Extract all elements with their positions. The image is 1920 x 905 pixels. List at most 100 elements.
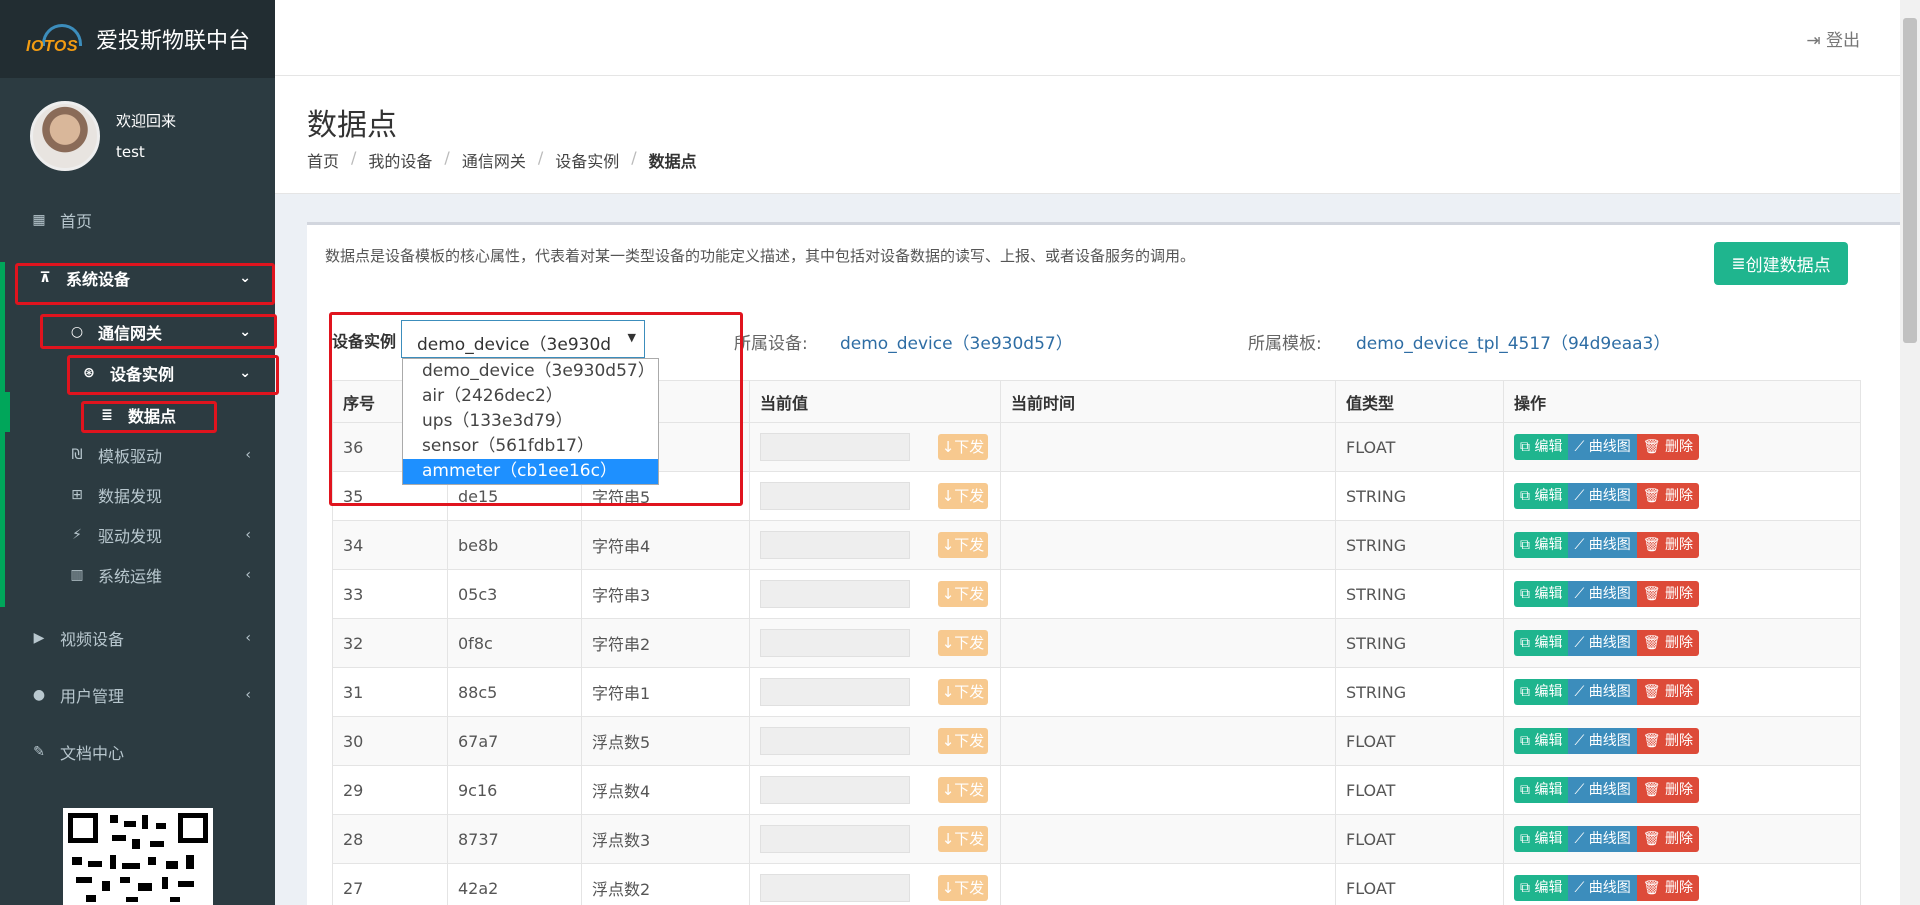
- highlight-device-instance: [67, 355, 279, 395]
- cell-current-value: ↓下发: [749, 422, 1001, 472]
- cell-name: 浮点数4: [581, 765, 750, 815]
- line-chart-icon: ⟋: [1574, 831, 1589, 847]
- delete-button[interactable]: 🗑 删除: [1636, 728, 1699, 754]
- cell-current-time: [1000, 716, 1336, 766]
- download-icon: ↓: [941, 683, 955, 701]
- logout-button[interactable]: ⇥ 登出: [1806, 26, 1860, 51]
- sidebar-item-data-discovery[interactable]: ⊞ 数据发现: [0, 483, 275, 507]
- value-input[interactable]: [760, 874, 910, 902]
- delete-button[interactable]: 🗑 删除: [1636, 483, 1699, 509]
- send-button[interactable]: ↓下发: [938, 434, 988, 460]
- cell-actions: ⧉ 编辑 ⟋ 曲线图 🗑 删除: [1503, 569, 1861, 619]
- sidebar-item-system-ops[interactable]: ▥ 系统运维 ‹: [0, 563, 275, 587]
- curve-button[interactable]: ⟋ 曲线图: [1568, 875, 1637, 901]
- curve-button[interactable]: ⟋ 曲线图: [1568, 532, 1637, 558]
- edit-button[interactable]: ⧉ 编辑: [1514, 728, 1569, 754]
- edit-button[interactable]: ⧉ 编辑: [1514, 630, 1569, 656]
- sidebar-item-user-mgmt[interactable]: ● 用户管理 ‹: [0, 683, 275, 707]
- line-chart-icon: ⟋: [1574, 635, 1589, 651]
- sidebar-item-docs[interactable]: ✎ 文档中心: [0, 740, 275, 764]
- curve-button[interactable]: ⟋ 曲线图: [1568, 679, 1637, 705]
- plug-icon: ⚡: [72, 527, 82, 543]
- app-title: 爱投斯物联中台: [96, 29, 251, 54]
- top-navbar: ⇥ 登出: [275, 0, 1900, 76]
- cell-value-type: STRING: [1335, 520, 1504, 570]
- curve-button[interactable]: ⟋ 曲线图: [1568, 826, 1637, 852]
- delete-button[interactable]: 🗑 删除: [1636, 777, 1699, 803]
- value-input[interactable]: [760, 433, 910, 461]
- value-input[interactable]: [760, 678, 910, 706]
- curve-button[interactable]: ⟋ 曲线图: [1568, 581, 1637, 607]
- device-link[interactable]: demo_device（3e930d57）: [840, 329, 1073, 354]
- send-button[interactable]: ↓下发: [938, 728, 988, 754]
- delete-button[interactable]: 🗑 删除: [1636, 826, 1699, 852]
- cell-no: 29: [332, 765, 448, 815]
- trash-icon: 🗑: [1642, 733, 1665, 749]
- breadcrumb-my-devices[interactable]: 我的设备: [368, 148, 432, 172]
- send-button[interactable]: ↓下发: [938, 875, 988, 901]
- delete-button[interactable]: 🗑 删除: [1636, 532, 1699, 558]
- cell-value-type: STRING: [1335, 667, 1504, 717]
- edit-button[interactable]: ⧉ 编辑: [1514, 532, 1569, 558]
- curve-button[interactable]: ⟋ 曲线图: [1568, 728, 1637, 754]
- cell-actions: ⧉ 编辑 ⟋ 曲线图 🗑 删除: [1503, 716, 1861, 766]
- chevron-left-icon: ‹: [245, 447, 251, 463]
- template-link[interactable]: demo_device_tpl_4517（94d9eaa3）: [1356, 329, 1670, 354]
- delete-button[interactable]: 🗑 删除: [1636, 581, 1699, 607]
- page-scrollbar[interactable]: [1900, 0, 1920, 905]
- delete-button[interactable]: 🗑 删除: [1636, 679, 1699, 705]
- cell-current-time: [1000, 667, 1336, 717]
- value-input[interactable]: [760, 531, 910, 559]
- copy-icon: ⧉: [1520, 439, 1535, 455]
- delete-button[interactable]: 🗑 删除: [1636, 875, 1699, 901]
- create-data-point-button[interactable]: ≣ 创建数据点: [1714, 242, 1848, 285]
- edit-button[interactable]: ⧉ 编辑: [1514, 483, 1569, 509]
- send-button[interactable]: ↓下发: [938, 483, 988, 509]
- table-row: 34 be8b 字符串4 ↓下发 STRING ⧉ 编辑 ⟋ 曲线图 🗑 删除: [332, 520, 1861, 570]
- cell-current-value: ↓下发: [749, 765, 1001, 815]
- send-button[interactable]: ↓下发: [938, 630, 988, 656]
- curve-button[interactable]: ⟋ 曲线图: [1568, 777, 1637, 803]
- value-input[interactable]: [760, 629, 910, 657]
- line-chart-icon: ⟋: [1574, 439, 1589, 455]
- breadcrumb-home[interactable]: 首页: [307, 148, 339, 172]
- table-row: 28 8737 浮点数3 ↓下发 FLOAT ⧉ 编辑 ⟋ 曲线图 🗑 删除: [332, 814, 1861, 864]
- cell-no: 32: [332, 618, 448, 668]
- edit-button[interactable]: ⧉ 编辑: [1514, 875, 1569, 901]
- sidebar-item-driver-discovery[interactable]: ⚡ 驱动发现 ‹: [0, 523, 275, 547]
- download-icon: ↓: [941, 438, 955, 456]
- copy-icon: ⧉: [1520, 635, 1535, 651]
- cell-current-time: [1000, 765, 1336, 815]
- value-input[interactable]: [760, 580, 910, 608]
- trash-icon: 🗑: [1642, 635, 1665, 651]
- send-button[interactable]: ↓下发: [938, 777, 988, 803]
- edit-button[interactable]: ⧉ 编辑: [1514, 581, 1569, 607]
- content-header: 数据点 首页 / 我的设备 / 通信网关 / 设备实例 / 数据点: [275, 76, 1900, 194]
- send-button[interactable]: ↓下发: [938, 826, 988, 852]
- delete-button[interactable]: 🗑 删除: [1636, 434, 1699, 460]
- value-input[interactable]: [760, 776, 910, 804]
- col-actions: 操作: [1503, 380, 1861, 423]
- edit-button[interactable]: ⧉ 编辑: [1514, 777, 1569, 803]
- sidebar-item-template-driver[interactable]: ₪ 模板驱动 ‹: [0, 443, 275, 467]
- delete-button[interactable]: 🗑 删除: [1636, 630, 1699, 656]
- sidebar-item-home[interactable]: ▦ 首页: [0, 208, 275, 232]
- send-button[interactable]: ↓下发: [938, 532, 988, 558]
- edit-button[interactable]: ⧉ 编辑: [1514, 826, 1569, 852]
- cell-current-time: [1000, 520, 1336, 570]
- edit-button[interactable]: ⧉ 编辑: [1514, 434, 1569, 460]
- table-row: 33 05c3 字符串3 ↓下发 STRING ⧉ 编辑 ⟋ 曲线图 🗑 删除: [332, 569, 1861, 619]
- value-input[interactable]: [760, 727, 910, 755]
- value-input[interactable]: [760, 825, 910, 853]
- curve-button[interactable]: ⟋ 曲线图: [1568, 630, 1637, 656]
- send-button[interactable]: ↓下发: [938, 581, 988, 607]
- curve-button[interactable]: ⟋ 曲线图: [1568, 483, 1637, 509]
- curve-button[interactable]: ⟋ 曲线图: [1568, 434, 1637, 460]
- edit-button[interactable]: ⧉ 编辑: [1514, 679, 1569, 705]
- breadcrumb-gateway[interactable]: 通信网关: [462, 148, 526, 172]
- cell-no: 33: [332, 569, 448, 619]
- breadcrumb-device-instance[interactable]: 设备实例: [555, 148, 619, 172]
- value-input[interactable]: [760, 482, 910, 510]
- send-button[interactable]: ↓下发: [938, 679, 988, 705]
- sidebar-item-video-devices[interactable]: ▶ 视频设备 ‹: [0, 626, 275, 650]
